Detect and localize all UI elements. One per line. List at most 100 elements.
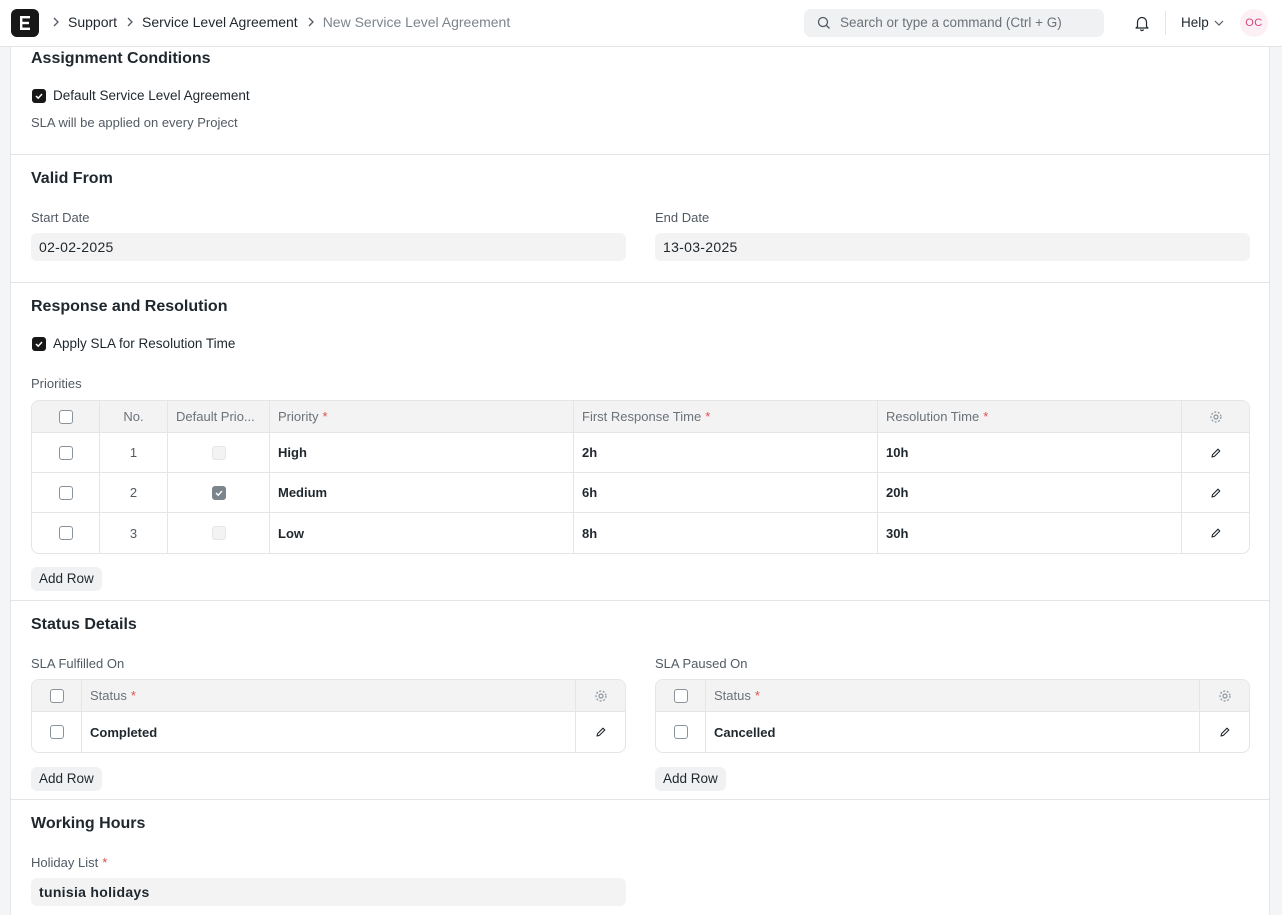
row-checkbox[interactable] — [58, 526, 73, 540]
holiday-list-field[interactable]: tunisia holidays — [31, 878, 626, 906]
table-row[interactable]: Cancelled — [656, 712, 1249, 752]
status-cell[interactable]: Cancelled — [706, 712, 1200, 752]
default-priority-cell[interactable] — [168, 433, 270, 472]
add-row-fulfilled-button[interactable]: Add Row — [31, 767, 102, 791]
header-first-response-label: First Response Time — [582, 409, 702, 424]
pencil-icon — [1211, 528, 1221, 538]
sla-fulfilled-table: Status * Completed — [31, 679, 626, 753]
header-status-label: Status — [714, 688, 751, 703]
first-response-cell[interactable]: 2h — [574, 433, 878, 472]
gear-icon — [1210, 410, 1222, 423]
first-response-cell[interactable]: 8h — [574, 513, 878, 553]
table-row[interactable]: 2 Medium 6h 20h — [32, 473, 1249, 513]
edit-row-button[interactable] — [576, 712, 625, 752]
priority-cell[interactable]: Low — [270, 513, 574, 553]
breadcrumb-support[interactable]: Support — [68, 14, 117, 30]
priority-cell[interactable]: High — [270, 433, 574, 472]
header-status: Status * — [82, 680, 576, 711]
header-no: No. — [100, 401, 168, 432]
apply-sla-checkbox[interactable] — [32, 337, 46, 351]
check-icon — [35, 93, 43, 100]
priority-cell[interactable]: Medium — [270, 473, 574, 512]
sla-paused-table: Status * Cancelled — [655, 679, 1250, 753]
pencil-icon — [1211, 488, 1221, 498]
table-row[interactable]: 3 Low 8h 30h — [32, 513, 1249, 553]
select-all-checkbox[interactable] — [58, 409, 73, 424]
add-row-paused-button[interactable]: Add Row — [655, 767, 726, 791]
section-title: Working Hours — [31, 815, 146, 832]
holiday-list-label: Holiday List * — [31, 855, 108, 870]
help-dropdown[interactable]: Help — [1181, 15, 1224, 30]
erpnext-logo-icon — [20, 16, 30, 30]
column-settings[interactable] — [576, 680, 625, 711]
sla-fulfilled-label: SLA Fulfilled On — [31, 656, 125, 671]
row-select-cell — [32, 433, 100, 472]
row-checkbox[interactable] — [49, 725, 64, 739]
table-row[interactable]: 1 High 2h 10h — [32, 433, 1249, 473]
chevron-right-icon — [52, 17, 60, 27]
add-row-button[interactable]: Add Row — [31, 567, 102, 591]
header-default-priority: Default Prio... — [168, 401, 270, 432]
select-all-checkbox[interactable] — [49, 688, 64, 703]
form-page: Assignment Conditions Default Service Le… — [10, 47, 1270, 915]
table-row[interactable]: Completed — [32, 712, 625, 752]
header-select-cell — [32, 680, 82, 711]
app-logo[interactable] — [11, 9, 39, 37]
assignment-conditions-section: Assignment Conditions Default Service Le… — [11, 47, 1269, 155]
valid-from-section: Valid From Start Date 02-02-2025 End Dat… — [11, 155, 1269, 283]
gear-icon — [595, 689, 607, 702]
default-priority-checkbox[interactable] — [211, 526, 226, 540]
avatar[interactable]: OC — [1240, 9, 1268, 37]
search-icon — [817, 16, 831, 33]
chevron-right-icon — [126, 17, 134, 27]
section-title: Response and Resolution — [31, 298, 228, 315]
header-select-cell — [656, 680, 706, 711]
breadcrumb: Support Service Level Agreement New Serv… — [52, 14, 519, 30]
status-cell[interactable]: Completed — [82, 712, 576, 752]
resolution-cell[interactable]: 30h — [878, 513, 1182, 553]
header-select-cell — [32, 401, 100, 432]
row-select-cell — [656, 712, 706, 752]
default-priority-checkbox[interactable] — [211, 445, 226, 460]
edit-row-button[interactable] — [1200, 712, 1249, 752]
start-date-field[interactable]: 02-02-2025 — [31, 233, 626, 261]
pencil-icon — [1211, 448, 1221, 458]
header-first-response: First Response Time * — [574, 401, 878, 432]
column-settings[interactable] — [1182, 401, 1249, 432]
row-no: 3 — [100, 513, 168, 553]
search-placeholder: Search or type a command (Ctrl + G) — [840, 15, 1062, 30]
bell-icon[interactable] — [1133, 14, 1151, 35]
end-date-label: End Date — [655, 210, 710, 225]
edit-row-button[interactable] — [1182, 513, 1249, 553]
apply-sla-label: Apply SLA for Resolution Time — [53, 336, 236, 351]
chevron-right-icon — [307, 17, 315, 27]
row-checkbox[interactable] — [58, 445, 73, 460]
first-response-cell[interactable]: 6h — [574, 473, 878, 512]
section-title: Assignment Conditions — [31, 50, 211, 67]
header-priority-label: Priority — [278, 409, 319, 424]
default-priority-cell[interactable] — [168, 513, 270, 553]
search-input[interactable]: Search or type a command (Ctrl + G) — [804, 9, 1104, 37]
gear-icon — [1219, 689, 1231, 702]
row-checkbox[interactable] — [673, 725, 688, 739]
edit-row-button[interactable] — [1182, 433, 1249, 472]
header-resolution: Resolution Time * — [878, 401, 1182, 432]
table-header: No. Default Prio... Priority * First Resp… — [32, 401, 1249, 433]
end-date-field[interactable]: 13-03-2025 — [655, 233, 1250, 261]
navbar: Support Service Level Agreement New Serv… — [0, 0, 1282, 47]
select-all-checkbox[interactable] — [673, 688, 688, 703]
response-resolution-section: Response and Resolution Apply SLA for Re… — [11, 283, 1269, 601]
column-settings[interactable] — [1200, 680, 1249, 711]
row-select-cell — [32, 473, 100, 512]
pencil-icon — [1220, 727, 1230, 737]
default-priority-checkbox[interactable] — [211, 485, 226, 500]
check-icon — [214, 489, 223, 496]
default-sla-checkbox[interactable] — [32, 89, 46, 103]
resolution-cell[interactable]: 20h — [878, 473, 1182, 512]
resolution-cell[interactable]: 10h — [878, 433, 1182, 472]
row-checkbox[interactable] — [58, 485, 73, 500]
edit-row-button[interactable] — [1182, 473, 1249, 512]
default-priority-cell[interactable] — [168, 473, 270, 512]
row-no: 1 — [100, 433, 168, 472]
breadcrumb-sla[interactable]: Service Level Agreement — [142, 14, 298, 30]
